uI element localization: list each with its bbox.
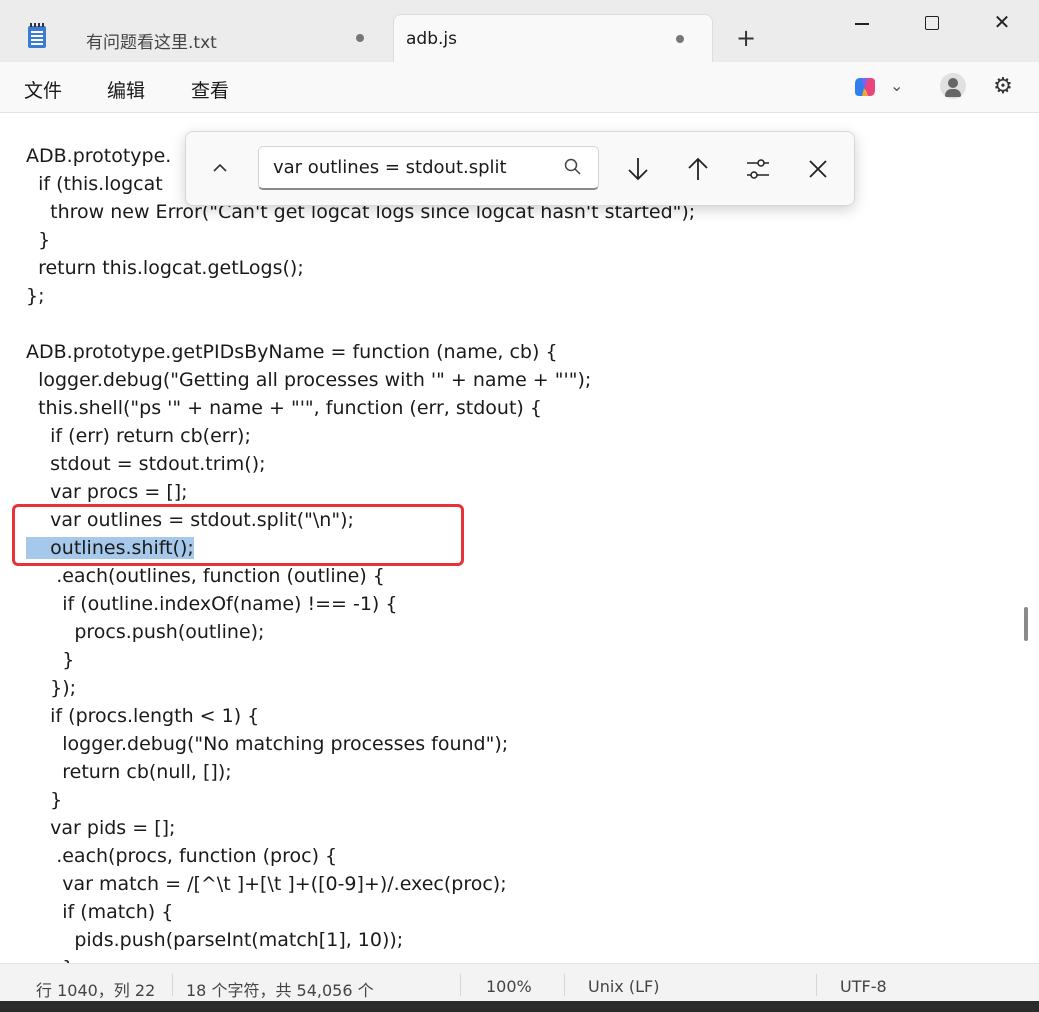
new-tab-button[interactable]: + [736, 25, 756, 51]
vertical-scrollbar-thumb[interactable] [1024, 607, 1028, 641]
code-line: var pids = []; [26, 817, 176, 839]
code-line: } [26, 229, 51, 251]
code-line: return this.logcat.getLogs(); [26, 257, 304, 279]
code-line: if (this.logcat [26, 173, 169, 195]
title-bar: 有问题看这里.txt adb.js + ✕ [0, 0, 1039, 63]
code-line: if (outline.indexOf(name) !== -1) { [26, 593, 398, 615]
code-line: } [26, 954, 74, 963]
cursor-position[interactable]: 行 1040，列 22 [36, 977, 155, 1001]
code-line: pids.push(parseInt(match[1], 10)); [26, 929, 404, 951]
tab-label: adb.js [406, 29, 457, 49]
account-icon[interactable] [940, 73, 966, 99]
red-annotation-box [12, 504, 464, 566]
code-line: ADB.prototype.getPIDsByName = function (… [26, 341, 558, 363]
code-line: var procs = []; [26, 481, 188, 503]
code-line: logger.debug("No matching processes foun… [26, 733, 509, 755]
code-line: this.shell("ps '" + name + "'", function… [26, 397, 542, 419]
toggle-replace-chevron-up-icon[interactable] [206, 154, 234, 182]
status-divider [172, 974, 173, 996]
tab-label: 有问题看这里.txt [86, 33, 217, 53]
close-find-icon[interactable] [803, 154, 833, 184]
close-window-button[interactable]: ✕ [982, 10, 1022, 36]
tab-adb-js[interactable]: adb.js [393, 14, 713, 63]
maximize-icon [925, 16, 939, 30]
chevron-down-icon[interactable]: ⌄ [890, 76, 903, 95]
line-ending[interactable]: Unix (LF) [588, 977, 659, 996]
status-divider [460, 974, 461, 996]
code-line: ADB.prototype. [26, 145, 172, 167]
copilot-icon[interactable] [852, 74, 878, 100]
editor-area[interactable]: ADB.prototype. if (this.logcat throw new… [0, 113, 1039, 963]
status-bar: 行 1040，列 22 18 个字符，共 54,056 个 100% Unix … [0, 963, 1039, 1002]
code-line: } [26, 789, 63, 811]
minimize-button[interactable] [842, 10, 882, 36]
code-line: .each(procs, function (proc) { [26, 845, 338, 867]
menu-edit[interactable]: 编辑 [107, 76, 145, 103]
code-line: procs.push(outline); [26, 621, 265, 643]
unsaved-dot-icon [356, 34, 364, 42]
menu-bar: 文件 编辑 查看 ⌄ ⚙ [0, 62, 1039, 113]
search-icon[interactable] [563, 157, 583, 177]
code-line: stdout = stdout.trim(); [26, 453, 266, 475]
menu-view[interactable]: 查看 [191, 76, 229, 103]
find-next-arrow-down-icon[interactable] [623, 154, 653, 184]
zoom-level[interactable]: 100% [486, 977, 532, 996]
code-line: } [26, 649, 75, 671]
code-line: logger.debug("Getting all processes with… [26, 369, 592, 391]
search-options-sliders-icon[interactable] [743, 154, 773, 184]
find-bar [185, 131, 855, 206]
unsaved-dot-icon [676, 35, 684, 43]
code-line: }); [26, 677, 77, 699]
menu-file[interactable]: 文件 [24, 76, 62, 103]
find-previous-arrow-up-icon[interactable] [683, 154, 713, 184]
code-line: .each(outlines, function (outline) { [26, 565, 385, 587]
code-line: var match = /[^\t ]+[\t ]+([0-9]+)/.exec… [26, 873, 507, 895]
maximize-button[interactable] [912, 10, 952, 36]
window-bottom-edge [0, 1001, 1039, 1012]
code-line: if (procs.length < 1) { [26, 705, 260, 727]
find-input-wrapper [258, 146, 599, 190]
gear-icon[interactable]: ⚙ [990, 74, 1016, 100]
status-divider [816, 974, 817, 996]
code-line: if (match) { [26, 901, 174, 923]
code-line: return cb(null, []); [26, 761, 232, 783]
tab-notes-txt[interactable]: 有问题看这里.txt [62, 14, 392, 62]
notepad-app-icon [28, 23, 46, 48]
encoding[interactable]: UTF-8 [840, 977, 887, 996]
code-line: }; [26, 285, 45, 307]
character-count: 18 个字符，共 54,056 个 [186, 981, 374, 1000]
status-divider [564, 974, 565, 996]
minimize-icon [855, 23, 869, 25]
find-input[interactable] [273, 157, 553, 178]
code-line: if (err) return cb(err); [26, 425, 251, 447]
